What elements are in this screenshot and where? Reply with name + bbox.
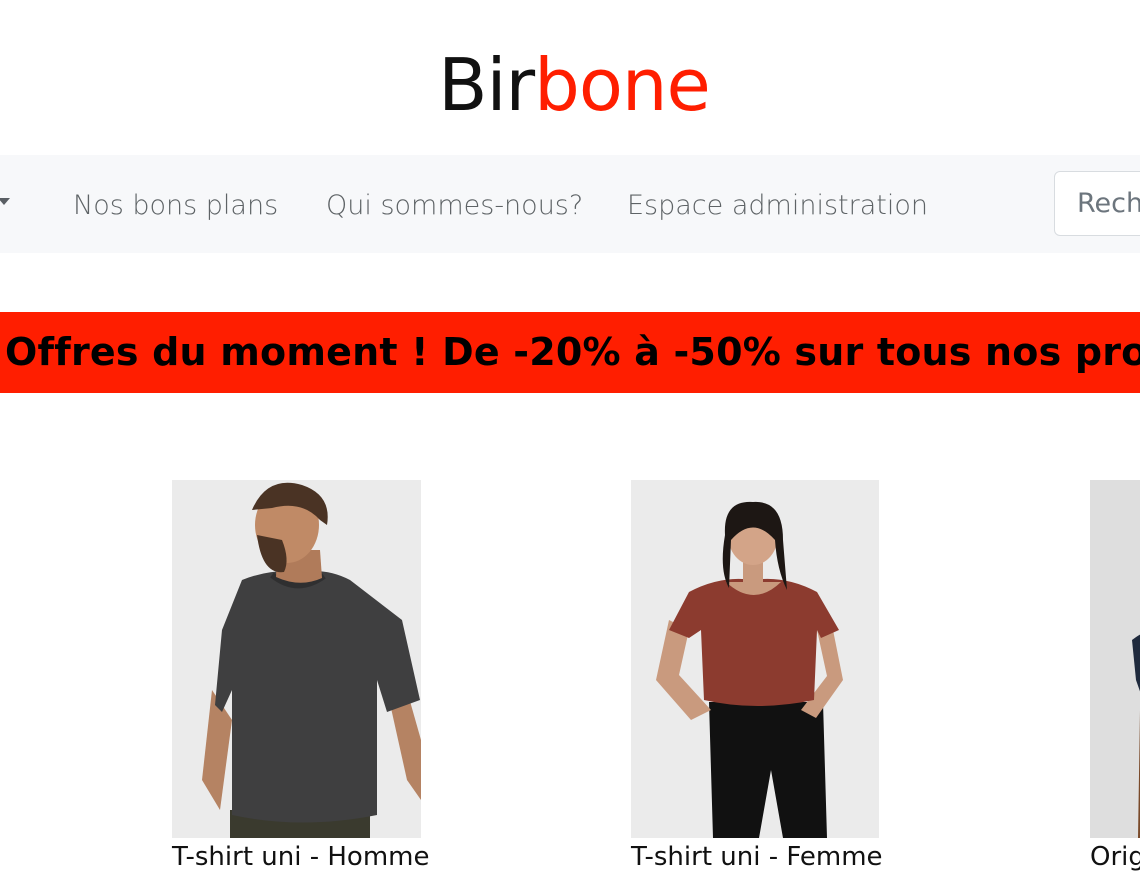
page: Birbone Nos bons plans Qui sommes-nous? … [0,0,1140,887]
dropdown-caret-icon[interactable] [0,198,10,205]
nav-link-espace-administration[interactable]: Espace administration [627,188,928,224]
logo-part-1: Bir [438,43,535,127]
product-card[interactable]: T-shirt uni - Homme [172,480,429,872]
product-name[interactable]: T-shirt uni - Femme [631,842,883,872]
nav-link-qui-sommes-nous[interactable]: Qui sommes-nous? [326,188,583,224]
promo-text: Offres du moment ! De -20% à -50% sur to… [5,330,1140,374]
woman-tshirt-photo [631,480,879,838]
man-tshirt-photo [172,480,421,838]
product-name[interactable]: Original [1090,842,1140,872]
product-card[interactable]: Original [1090,480,1140,872]
product-card[interactable]: T-shirt uni - Femme [631,480,883,872]
product-name[interactable]: T-shirt uni - Homme [172,842,429,872]
nav-link-bons-plans[interactable]: Nos bons plans [73,188,278,224]
product-image[interactable] [631,480,879,838]
logo-part-2: bone [534,43,711,127]
product-image[interactable] [172,480,421,838]
search-input[interactable] [1054,171,1140,236]
site-logo[interactable]: Birbone [0,42,1140,128]
promo-banner: Offres du moment ! De -20% à -50% sur to… [0,312,1140,393]
product-photo [1090,480,1140,838]
product-image[interactable] [1090,480,1140,838]
